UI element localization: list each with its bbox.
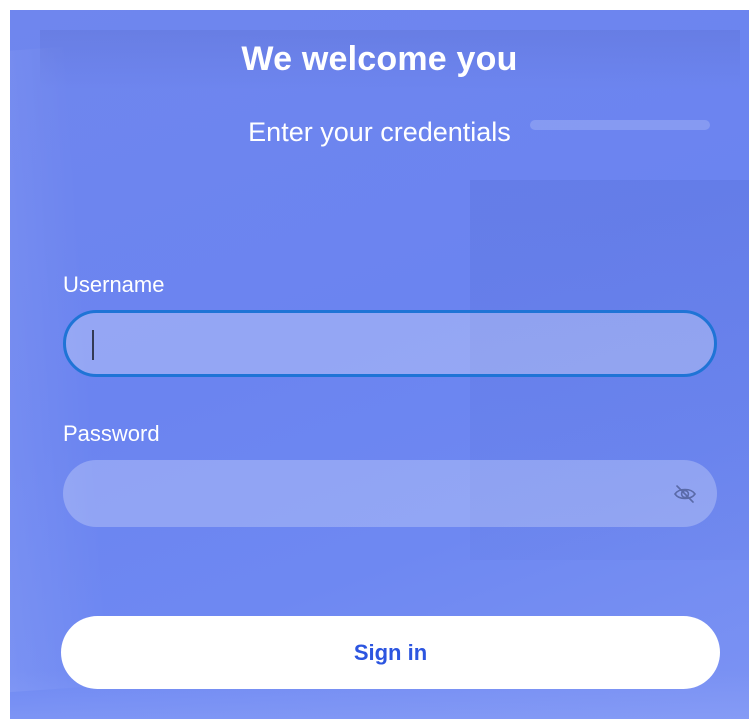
username-label: Username	[63, 272, 165, 297]
sign-in-button[interactable]: Sign in	[61, 616, 720, 689]
username-input[interactable]	[63, 310, 717, 377]
page-title: We welcome you	[241, 40, 518, 78]
password-label: Password	[63, 421, 160, 446]
text-caret	[92, 330, 94, 360]
eye-off-icon[interactable]	[671, 480, 699, 508]
page-subtitle: Enter your credentials	[248, 117, 511, 147]
password-input[interactable]	[63, 460, 717, 527]
login-panel: We welcome you Enter your credentials Us…	[10, 10, 749, 719]
